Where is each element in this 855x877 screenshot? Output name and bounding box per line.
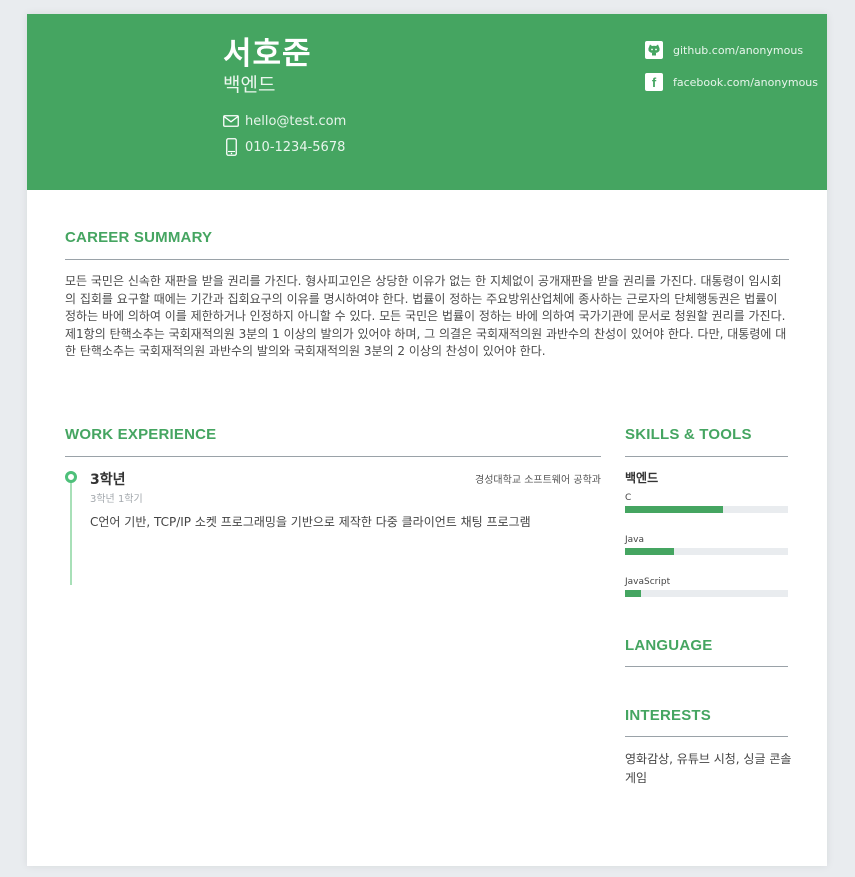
facebook-icon: f [645, 73, 663, 91]
skill-bar-java [625, 548, 788, 555]
skill-fill-java [625, 548, 674, 555]
skill-bar-c [625, 506, 788, 513]
github-link[interactable]: github.com/anonymous [645, 40, 803, 60]
email-contact[interactable]: hello@test.com [223, 112, 346, 130]
github-icon [645, 41, 663, 59]
skills-heading: SKILLS & TOOLS [625, 426, 752, 443]
phone-contact[interactable]: 010-1234-5678 [223, 138, 345, 156]
github-text: github.com/anonymous [673, 43, 804, 57]
skill-label-java: Java [625, 535, 645, 545]
resume-header: 서호준 백엔드 hello@test.com 010-1234-5678 git… [27, 14, 827, 190]
career-summary-divider [65, 259, 789, 260]
work-experience-divider [65, 456, 601, 457]
job-organization: 경성대학교 소프트웨어 공학과 [475, 475, 601, 486]
career-summary-text: 모든 국민은 신속한 재판을 받을 권리를 가진다. 형사피고인은 상당한 이유… [65, 274, 787, 358]
skill-label-javascript: JavaScript [625, 577, 671, 587]
job-title: 3학년 [90, 472, 126, 488]
skill-label-c: C [625, 493, 632, 503]
language-divider [625, 666, 788, 667]
timeline-line [70, 479, 72, 585]
skill-fill-c [625, 506, 723, 513]
language-heading: LANGUAGE [625, 637, 713, 654]
career-summary-heading: CAREER SUMMARY [65, 229, 213, 246]
interests-heading: INTERESTS [625, 707, 711, 724]
interests-divider [625, 736, 788, 737]
mobile-phone-icon [223, 138, 239, 156]
skills-divider [625, 456, 788, 457]
skill-bar-javascript [625, 590, 788, 597]
profile-role: 백엔드 [223, 74, 276, 96]
resume-page: 서호준 백엔드 hello@test.com 010-1234-5678 git… [27, 14, 827, 866]
envelope-icon [223, 113, 239, 129]
skill-fill-javascript [625, 590, 642, 597]
interests-text: 영화감상, 유튜브 시청, 싱글 콘솔게임 [625, 752, 792, 785]
facebook-link[interactable]: f facebook.com/anonymous [645, 72, 818, 92]
phone-text: 010-1234-5678 [245, 139, 346, 155]
facebook-text: facebook.com/anonymous [673, 75, 819, 89]
profile-name: 서호준 [223, 36, 312, 72]
job-description: C언어 기반, TCP/IP 소켓 프로그래밍을 기반으로 제작한 다중 클라이… [90, 515, 531, 529]
timeline-dot [65, 471, 77, 483]
email-text: hello@test.com [245, 113, 347, 129]
job-period: 3학년 1학기 [90, 494, 143, 505]
skill-group-title: 백엔드 [625, 471, 659, 485]
work-experience-heading: WORK EXPERIENCE [65, 426, 217, 443]
